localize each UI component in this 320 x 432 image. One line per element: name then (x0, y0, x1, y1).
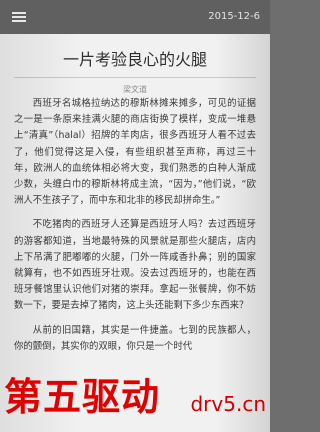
watermark-logo-text: 第五驱动 (4, 375, 161, 419)
watermark-url: drv5.cn (190, 392, 266, 416)
top-bar: 2015-12-6 (0, 0, 270, 34)
menu-icon[interactable] (12, 12, 26, 22)
article-author: 梁文道 (123, 85, 147, 94)
article-paragraph: 西班牙名城格拉纳达的穆斯林摊来摊多，可见的证据之一是一条原来挂满火腿的商店街换了… (14, 98, 256, 207)
article-paragraph: 不吃猪肉的西班牙人还算是西班牙人吗？去过西班牙的游客都知道，当地最特殊的风景就是… (14, 219, 256, 312)
article-paragraph: 从前的旧国籍，其实是一件捷盖。七到的民族都人，你的颤倒，其实你的双眼，你只是一个… (14, 324, 256, 352)
date-label: 2015-12-6 (208, 11, 260, 22)
title-divider (14, 77, 256, 78)
article-title: 一片考验良心的火腿 (62, 50, 207, 69)
